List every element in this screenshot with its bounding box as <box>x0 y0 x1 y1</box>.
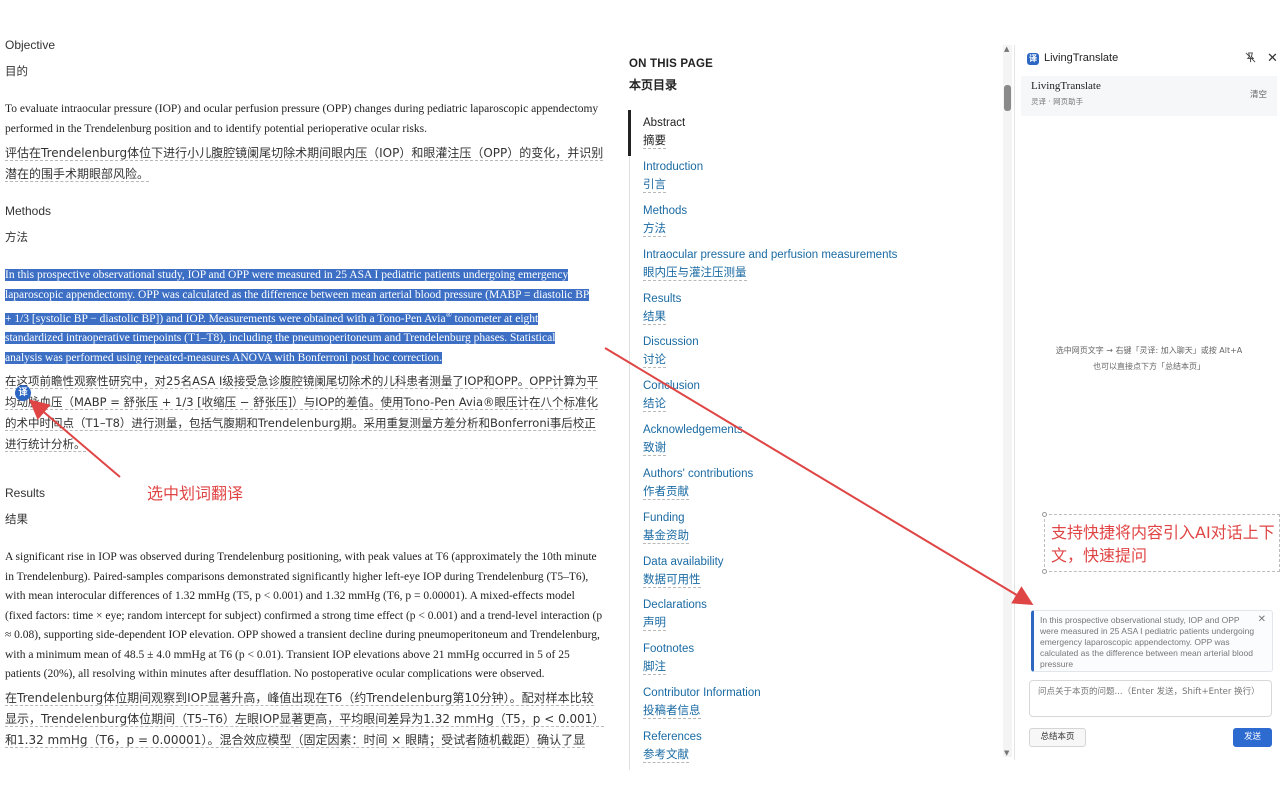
chat-header-title: LivingTranslate <box>1031 80 1101 92</box>
table-of-contents: ON THIS PAGE 本页目录 Abstract 摘要 Introduction… <box>628 58 1009 770</box>
toc-item-translation: 投稿者信息 <box>643 703 701 719</box>
toc-item-translation: 结论 <box>643 396 666 412</box>
methods-heading: Methods <box>5 204 52 218</box>
toc-title: ON THIS PAGE <box>629 58 713 70</box>
toc-item-label: Data availability <box>643 556 724 568</box>
toc-item-label: Contributor Information <box>643 687 761 699</box>
results-heading-translation: 结果 <box>5 512 28 526</box>
chat-header-subtitle: 灵译 · 网页助手 <box>1031 97 1084 106</box>
pin-icon[interactable] <box>1245 52 1256 66</box>
methods-heading-translation: 方法 <box>5 230 28 244</box>
toc-item-conclusion[interactable]: Conclusion 结论 <box>643 380 700 412</box>
toc-item-acknowledgements[interactable]: Acknowledgements 致谢 <box>643 424 743 456</box>
objective-text[interactable]: To evaluate intraocular pressure (IOP) a… <box>5 100 605 139</box>
toc-item-translation: 眼内压与灌注压测量 <box>643 265 747 281</box>
toc-item-translation: 摘要 <box>643 133 666 149</box>
living-translate-panel: 译 LivingTranslate ✕ LivingTranslate 灵译 ·… <box>1014 45 1280 760</box>
scrollbar-thumb[interactable] <box>1004 85 1011 111</box>
toc-item-translation: 结果 <box>643 309 666 325</box>
chat-header: LivingTranslate 灵译 · 网页助手 清空 <box>1021 76 1277 116</box>
clear-button[interactable]: 清空 <box>1250 88 1267 100</box>
article-content: Objective 目的 To evaluate intraocular pre… <box>0 0 622 760</box>
results-translation[interactable]: 在Trendelenburg体位期间观察到IOP显著升高，峰值出现在T6（约Tr… <box>5 690 605 748</box>
question-input[interactable] <box>1029 680 1272 717</box>
toc-list: Abstract 摘要 Introduction 引言 Methods 方法 Intraoc… <box>628 110 989 770</box>
toc-item-translation: 数据可用性 <box>643 572 701 588</box>
toc-item-label: Acknowledgements <box>643 424 743 436</box>
toc-item-translation: 引言 <box>643 177 666 193</box>
objective-paragraph: To evaluate intraocular pressure (IOP) a… <box>5 100 605 184</box>
toc-item-declarations[interactable]: Declarations 声明 <box>643 599 707 631</box>
selected-text[interactable]: In this prospective observational study,… <box>5 269 589 364</box>
objective-heading-translation: 目的 <box>5 64 28 78</box>
toc-item-data-availability[interactable]: Data availability 数据可用性 <box>643 556 724 588</box>
quoted-context-text: In this prospective observational study,… <box>1040 615 1255 669</box>
toc-item-label: Introduction <box>643 161 704 173</box>
toc-item-label: Funding <box>643 512 685 524</box>
toc-item-label: References <box>643 731 702 743</box>
toc-item-label: Intraocular pressure and perfusion measu… <box>643 249 898 261</box>
empty-chat-hint: 选中网页文字 → 右键「灵译: 加入聊天」或按 Alt+A 也可以直接点下方「总… <box>1055 346 1243 371</box>
toc-item-label: Abstract <box>643 117 686 129</box>
toc-item-label: Authors' contributions <box>643 468 754 480</box>
summarize-page-button[interactable]: 总结本页 <box>1029 728 1086 747</box>
scroll-up-icon[interactable]: ▲ <box>1004 45 1009 53</box>
toc-item-introduction[interactable]: Introduction 引言 <box>643 161 703 193</box>
toc-item-translation: 脚注 <box>643 659 666 675</box>
results-heading: Results <box>5 486 46 500</box>
toc-title-translation: 本页目录 <box>629 78 678 92</box>
toc-item-discussion[interactable]: Discussion 讨论 <box>643 336 699 368</box>
toc-item-footnotes[interactable]: Footnotes 脚注 <box>643 643 694 675</box>
panel-title: LivingTranslate <box>1044 52 1119 64</box>
ai-context-annotation: 支持快捷将内容引入AI对话上下文，快速提问 <box>1042 512 1280 574</box>
toc-item-intraocular-pressure-and-perfusion-measurements[interactable]: Intraocular pressure and perfusion measu… <box>643 249 897 281</box>
objective-heading: Objective <box>5 38 56 52</box>
page-scrollbar[interactable]: ▲ ▼ <box>1003 45 1012 757</box>
methods-translation[interactable]: 在这项前瞻性观察性研究中，对25名ASA I级接受急诊腹腔镜阑尾切除术的儿科患者… <box>5 374 599 453</box>
remove-quote-icon[interactable]: ✕ <box>1258 614 1266 625</box>
close-icon[interactable]: ✕ <box>1267 51 1278 66</box>
select-translate-annotation: 选中划词翻译 <box>147 484 244 503</box>
toc-item-label: Declarations <box>643 599 707 611</box>
toc-item-authors-contributions[interactable]: Authors' contributions 作者贡献 <box>643 468 753 500</box>
toc-item-label: Conclusion <box>643 380 700 392</box>
panel-titlebar: 译 LivingTranslate ✕ <box>1027 51 1278 69</box>
toc-item-translation: 讨论 <box>643 352 666 368</box>
toc-item-abstract[interactable]: Abstract 摘要 <box>643 117 685 149</box>
scroll-down-icon[interactable]: ▼ <box>1004 749 1009 757</box>
toc-item-label: Methods <box>643 205 688 217</box>
toc-item-results[interactable]: Results 结果 <box>643 293 681 325</box>
toc-item-translation: 作者贡献 <box>643 484 689 500</box>
toc-item-translation: 参考文献 <box>643 747 689 763</box>
ai-context-annotation-text: 支持快捷将内容引入AI对话上下文，快速提问 <box>1051 523 1275 565</box>
methods-paragraph: In this prospective observational study,… <box>5 266 599 454</box>
quoted-context-card: In this prospective observational study,… <box>1031 610 1273 672</box>
toc-item-contributor-information[interactable]: Contributor Information 投稿者信息 <box>643 687 761 719</box>
app-logo-icon: 译 <box>1027 53 1039 65</box>
toc-item-label: Results <box>643 293 682 305</box>
toc-item-methods[interactable]: Methods 方法 <box>643 205 687 237</box>
send-button[interactable]: 发送 <box>1233 728 1272 747</box>
objective-translation[interactable]: 评估在Trendelenburg体位下进行小儿腹腔镜阑尾切除术期间眼内压（IOP… <box>5 146 604 182</box>
toc-item-label: Footnotes <box>643 643 695 655</box>
toc-item-translation: 方法 <box>643 221 666 237</box>
toc-item-funding[interactable]: Funding 基金资助 <box>643 512 689 544</box>
toc-active-indicator <box>628 110 631 156</box>
results-text[interactable]: A significant rise in IOP was observed d… <box>5 548 605 685</box>
toc-item-translation: 致谢 <box>643 440 666 456</box>
toc-item-references[interactable]: References 参考文献 <box>643 731 702 763</box>
toc-item-label: Discussion <box>643 336 699 348</box>
toc-item-translation: 声明 <box>643 615 666 631</box>
results-paragraph: A significant rise in IOP was observed d… <box>5 548 605 750</box>
toc-item-translation: 基金资助 <box>643 528 689 544</box>
translate-icon[interactable]: 译 <box>15 385 31 401</box>
